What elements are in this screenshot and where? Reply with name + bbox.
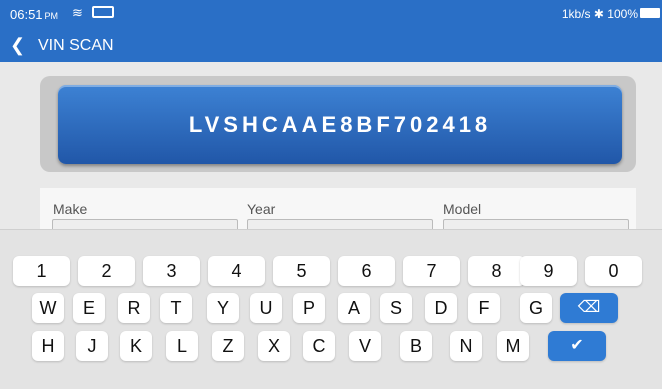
status-bar: 06:51 PM ≋ 1kb/s ✱ 100% (0, 0, 662, 28)
key[interactable]: C (303, 331, 335, 361)
key[interactable]: K (120, 331, 152, 361)
wifi-icon: ≋ (72, 5, 83, 20)
key[interactable]: X (258, 331, 290, 361)
key[interactable]: R (118, 293, 150, 323)
back-icon[interactable]: ❮ (10, 35, 25, 56)
key[interactable]: G (520, 293, 552, 323)
model-label: Model (443, 201, 482, 217)
key[interactable]: Z (212, 331, 244, 361)
net-speed: 1kb/s (561, 7, 591, 21)
key[interactable]: J (76, 331, 108, 361)
key[interactable]: 6 (338, 256, 395, 286)
key[interactable]: B (400, 331, 432, 361)
bluetooth-icon: ✱ (593, 7, 604, 21)
key[interactable]: 7 (403, 256, 460, 286)
check-icon: ✔ (570, 337, 584, 354)
key[interactable]: M (497, 331, 529, 361)
backspace-key[interactable]: ⌫ (560, 293, 618, 323)
key[interactable]: S (380, 293, 412, 323)
key[interactable]: V (349, 331, 381, 361)
key[interactable]: 4 (208, 256, 265, 286)
year-label: Year (247, 201, 276, 217)
key[interactable]: P (293, 293, 325, 323)
key[interactable]: 8 (468, 256, 525, 286)
key[interactable]: H (32, 331, 64, 361)
key[interactable]: A (338, 293, 370, 323)
key[interactable]: 5 (273, 256, 330, 286)
backspace-icon: ⌫ (577, 299, 601, 316)
key[interactable]: U (250, 293, 282, 323)
key[interactable]: 3 (143, 256, 200, 286)
make-label: Make (53, 201, 88, 217)
key[interactable]: N (450, 331, 482, 361)
key[interactable]: F (468, 293, 500, 323)
status-time: 06:51 PM (10, 7, 59, 22)
keyboard: 1 2 3 4 5 6 7 8 9 0 W E R T Y U P A S D … (0, 229, 662, 389)
page-title: VIN SCAN (38, 37, 114, 54)
key[interactable]: E (73, 293, 105, 323)
key[interactable]: L (166, 331, 198, 361)
key[interactable]: 1 (13, 256, 70, 286)
device-icon (92, 6, 114, 18)
nav-bar: ❮ VIN SCAN (0, 30, 662, 62)
battery-level: 100% (607, 7, 638, 21)
key[interactable]: Y (207, 293, 239, 323)
key[interactable]: 0 (585, 256, 642, 286)
status-right: 1kb/s ✱ 100% (562, 7, 638, 21)
key[interactable]: 2 (78, 256, 135, 286)
confirm-key[interactable]: ✔ (548, 331, 606, 361)
top-bar: 06:51 PM ≋ 1kb/s ✱ 100% ❮ VIN SCAN (0, 0, 662, 62)
key[interactable]: D (425, 293, 457, 323)
key[interactable]: 9 (520, 256, 577, 286)
key[interactable]: W (32, 293, 64, 323)
battery-icon (640, 8, 660, 18)
vin-display-button[interactable]: LVSHCAAE8BF702418 (58, 85, 622, 164)
key[interactable]: T (160, 293, 192, 323)
